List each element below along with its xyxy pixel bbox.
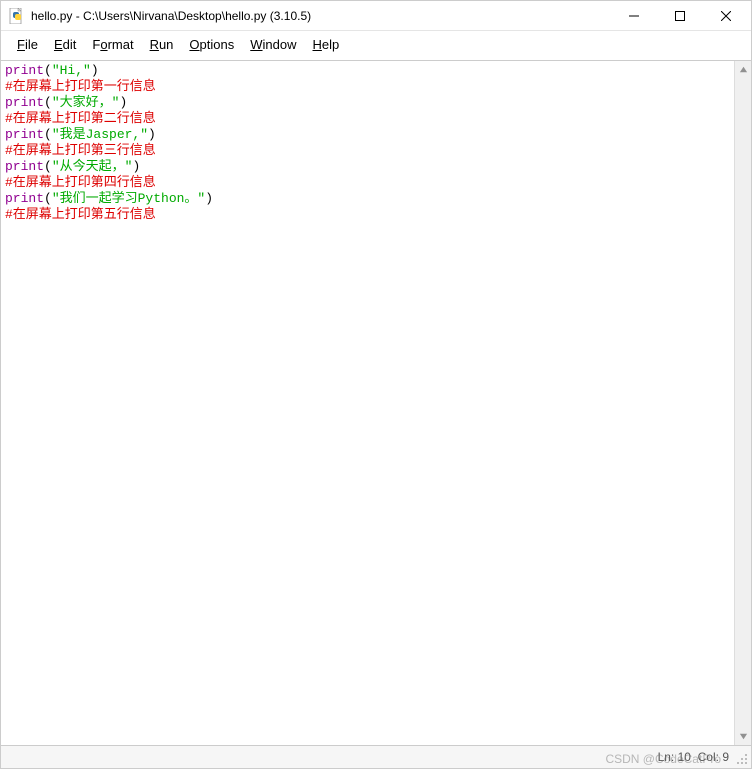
close-button[interactable]: [703, 1, 749, 31]
scroll-up-icon[interactable]: [737, 63, 750, 76]
code-line: #在屏幕上打印第三行信息: [5, 143, 730, 159]
vertical-scrollbar[interactable]: [734, 61, 751, 745]
menu-options[interactable]: Options: [181, 35, 242, 54]
code-line: print("我们一起学习Python。"): [5, 191, 730, 207]
code-editor[interactable]: print("Hi,")#在屏幕上打印第一行信息print("大家好，")#在屏…: [1, 61, 734, 745]
titlebar: hello.py - C:\Users\Nirvana\Desktop\hell…: [1, 1, 751, 31]
statusbar: CSDN @CodeCatPro Ln: 10 Col: 9: [1, 746, 751, 768]
code-line: #在屏幕上打印第四行信息: [5, 175, 730, 191]
code-line: #在屏幕上打印第二行信息: [5, 111, 730, 127]
menubar: File Edit Format Run Options Window Help: [1, 31, 751, 60]
menu-format[interactable]: Format: [84, 35, 141, 54]
code-line: print("我是Jasper,"): [5, 127, 730, 143]
code-line: #在屏幕上打印第五行信息: [5, 207, 730, 223]
minimize-button[interactable]: [611, 1, 657, 31]
code-line: print("Hi,"): [5, 63, 730, 79]
scroll-down-icon[interactable]: [737, 730, 750, 743]
menu-file[interactable]: File: [9, 35, 46, 54]
maximize-button[interactable]: [657, 1, 703, 31]
resize-grip-icon[interactable]: [735, 752, 749, 766]
window-controls: [611, 1, 749, 31]
python-file-icon: [9, 8, 25, 24]
cursor-position: Ln: 10 Col: 9: [658, 750, 729, 764]
menu-run[interactable]: Run: [142, 35, 182, 54]
code-line: #在屏幕上打印第一行信息: [5, 79, 730, 95]
menu-window[interactable]: Window: [242, 35, 304, 54]
code-line: print("大家好，"): [5, 95, 730, 111]
menu-help[interactable]: Help: [305, 35, 348, 54]
editor-container: print("Hi,")#在屏幕上打印第一行信息print("大家好，")#在屏…: [1, 60, 751, 746]
window-title: hello.py - C:\Users\Nirvana\Desktop\hell…: [31, 9, 611, 23]
menu-edit[interactable]: Edit: [46, 35, 84, 54]
code-line: print("从今天起，"): [5, 159, 730, 175]
